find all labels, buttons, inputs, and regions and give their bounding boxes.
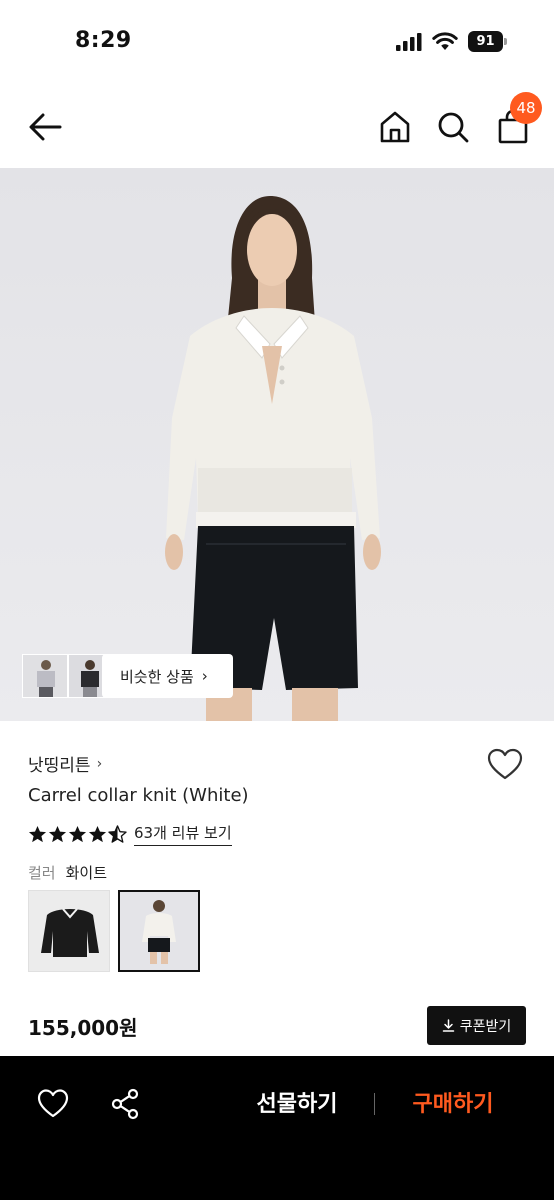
battery-tip	[504, 38, 507, 45]
similar-products-label: 비슷한 상품	[120, 667, 194, 686]
brand-link[interactable]: 낫띵리튼 ›	[28, 751, 103, 777]
star-filled-icon	[48, 825, 67, 842]
color-label: 컬러	[28, 864, 56, 882]
color-swatch-white[interactable]	[118, 890, 200, 972]
image-thumbnail-strip	[22, 654, 114, 698]
wifi-icon	[432, 32, 458, 50]
bottom-action-bar: 선물하기 구매하기	[0, 1056, 554, 1200]
selected-color: 화이트	[65, 864, 108, 882]
color-swatch-black[interactable]	[28, 890, 110, 972]
chevron-right-icon: ›	[96, 755, 103, 772]
rating-row: 63개 리뷰 보기	[28, 822, 232, 846]
cart-count-badge: 48	[510, 92, 542, 124]
star-filled-icon	[68, 825, 87, 842]
model-photo	[165, 196, 381, 721]
image-thumbnail[interactable]	[22, 654, 68, 698]
download-icon	[442, 1019, 454, 1032]
heart-icon[interactable]	[36, 1087, 70, 1121]
cellular-signal-icon	[396, 33, 422, 51]
status-time: 8:29	[75, 28, 132, 53]
chevron-right-icon: ›	[201, 667, 208, 685]
star-rating	[28, 824, 128, 844]
product-image[interactable]: 비슷한 상품 ›	[0, 168, 554, 721]
product-title: Carrel collar knit (White)	[28, 785, 249, 806]
divider	[374, 1093, 375, 1115]
battery-level: 91	[468, 31, 503, 52]
battery-indicator: 91	[468, 31, 508, 52]
review-link[interactable]: 63개 리뷰 보기	[134, 822, 232, 846]
gift-button[interactable]: 선물하기	[240, 1089, 354, 1121]
coupon-button[interactable]: 쿠폰받기	[427, 1006, 526, 1045]
share-icon[interactable]	[108, 1087, 142, 1121]
buy-button[interactable]: 구매하기	[396, 1089, 510, 1121]
product-price: 155,000원	[28, 1016, 138, 1040]
star-filled-icon	[28, 825, 47, 842]
heart-icon[interactable]	[486, 746, 524, 784]
similar-products-button[interactable]: 비슷한 상품 ›	[102, 654, 233, 698]
search-icon[interactable]	[434, 108, 472, 146]
back-arrow-icon[interactable]	[24, 106, 66, 148]
status-bar: 8:29 91	[0, 0, 554, 84]
coupon-label: 쿠폰받기	[459, 1018, 512, 1035]
nav-header	[0, 84, 554, 168]
home-icon[interactable]	[376, 108, 414, 146]
color-option-row: 컬러 화이트	[28, 862, 107, 883]
star-filled-icon	[88, 825, 107, 842]
star-half-icon	[108, 824, 127, 843]
brand-name: 낫띵리튼	[28, 756, 91, 776]
